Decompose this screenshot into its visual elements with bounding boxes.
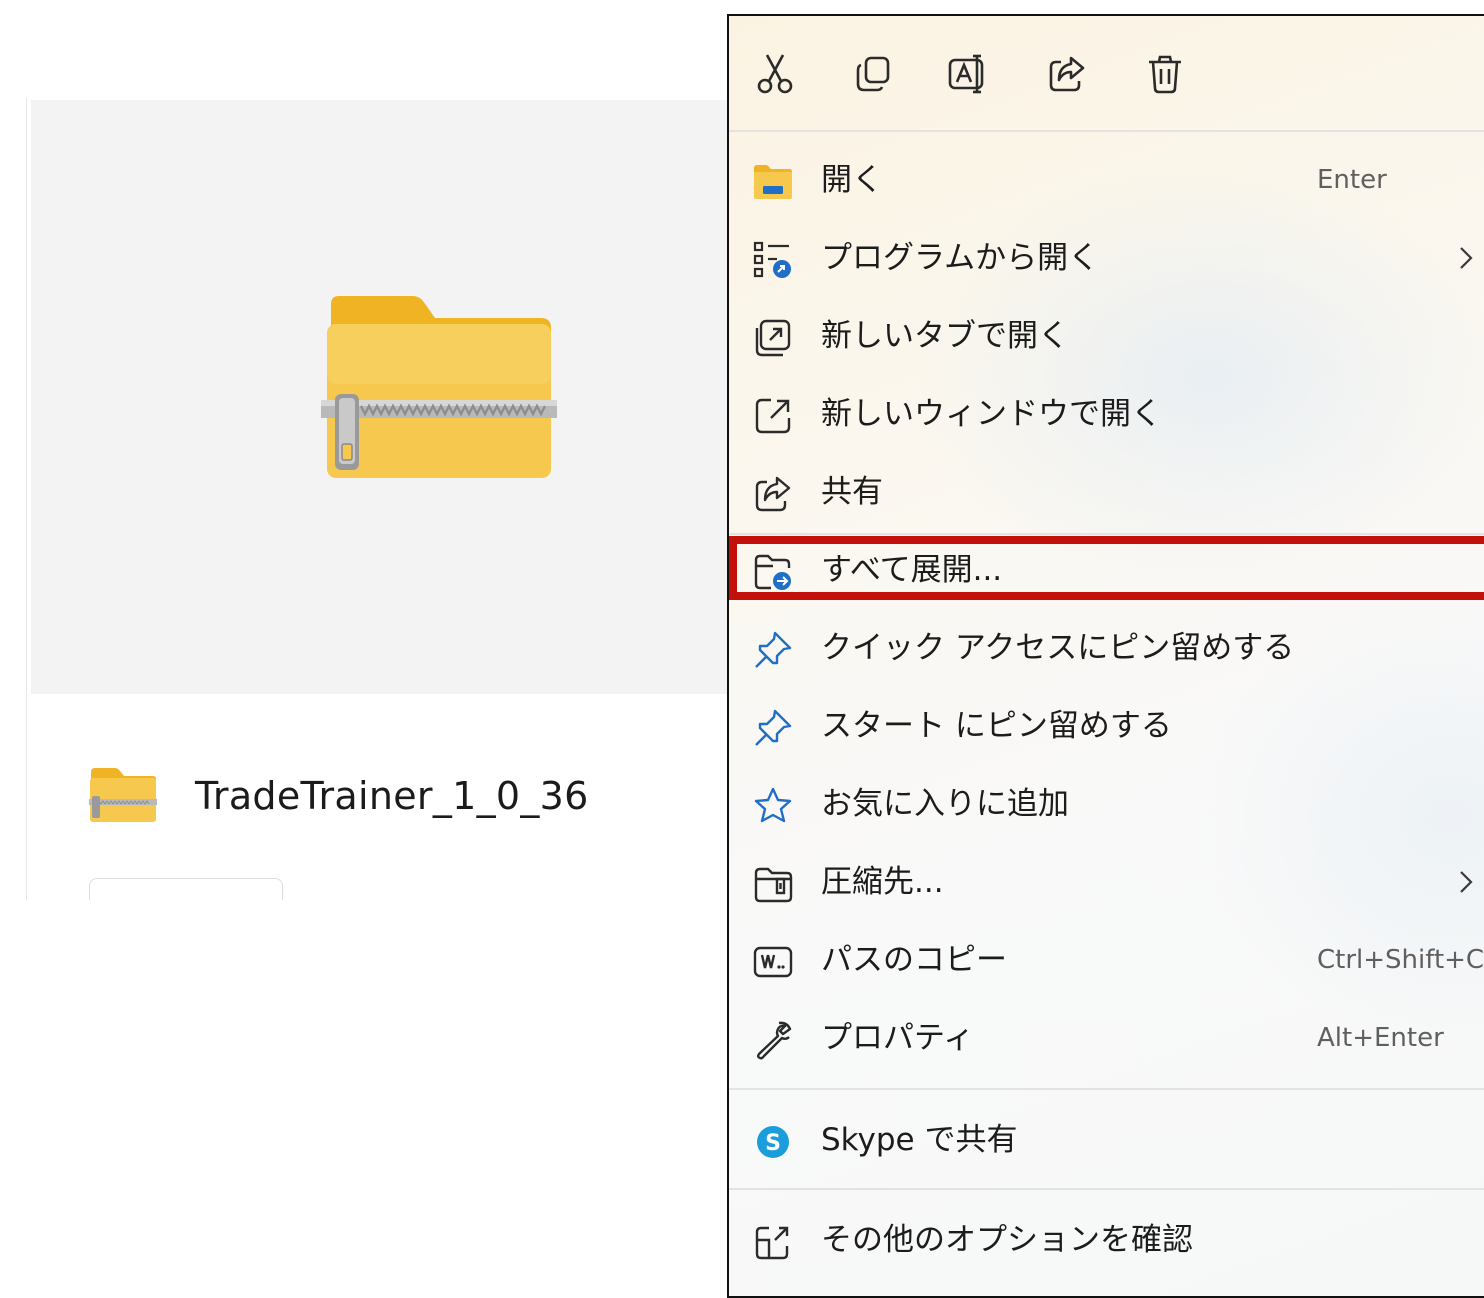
copy-icon (856, 56, 890, 92)
menu-item-label: 新しいタブで開く (821, 318, 1069, 354)
wrench-icon (757, 1021, 792, 1060)
menu-item-label: すべて展開... (821, 552, 1003, 588)
menu-item-label: 共有 (821, 474, 883, 510)
menu-item-compress-to[interactable]: 圧縮先... (729, 844, 1484, 920)
menu-item-open-with[interactable]: プログラムから開く (729, 220, 1484, 296)
menu-item-more-options[interactable]: その他のオプションを確認 (729, 1202, 1484, 1278)
zip-folder-icon (89, 768, 157, 822)
share-icon (755, 476, 791, 512)
cut-button[interactable] (751, 50, 799, 98)
menu-item-extract-all[interactable]: すべて展開... (729, 532, 1484, 608)
menu-item-open-new-tab[interactable]: 新しいタブで開く (729, 298, 1484, 374)
pin-icon (755, 631, 792, 668)
share-icon (1049, 56, 1085, 92)
new-tab-icon (755, 319, 791, 357)
file-title-row: TradeTrainer_1_0_36 (89, 766, 589, 826)
svg-text:S: S (765, 1131, 781, 1156)
menu-item-label: クイック アクセスにピン留めする (821, 630, 1295, 666)
menu-item-label: 圧縮先... (821, 864, 944, 900)
preview-action-button[interactable] (89, 878, 283, 900)
delete-icon (1149, 55, 1181, 94)
menu-item-pin-start[interactable]: スタート にピン留めする (729, 688, 1484, 764)
share-button[interactable] (1043, 50, 1091, 98)
open-folder-icon (754, 165, 792, 199)
more-options-icon (755, 1226, 789, 1260)
file-name: TradeTrainer_1_0_36 (195, 774, 589, 818)
star-icon (754, 787, 792, 823)
menu-item-shortcut: Alt+Enter (1317, 1023, 1444, 1053)
file-thumbnail-area (31, 100, 729, 694)
rename-button[interactable] (945, 50, 993, 98)
menu-item-label: パスのコピー (821, 942, 1007, 978)
toolbar-divider (729, 130, 1484, 132)
pin-icon (755, 709, 792, 746)
menu-item-copy-path[interactable]: パスのコピー Ctrl+Shift+C (729, 922, 1484, 998)
menu-item-label: 開く (821, 162, 883, 198)
menu-item-label: 新しいウィンドウで開く (821, 396, 1162, 432)
extract-all-icon (754, 554, 791, 590)
menu-item-properties[interactable]: プロパティ Alt+Enter (729, 1000, 1484, 1076)
menu-item-pin-quick-access[interactable]: クイック アクセスにピン留めする (729, 610, 1484, 686)
delete-button[interactable] (1141, 50, 1189, 98)
menu-item-skype-share[interactable]: S Skype で共有 (729, 1102, 1484, 1178)
cut-icon (757, 54, 793, 94)
menu-item-open-new-window[interactable]: 新しいウィンドウで開く (729, 376, 1484, 452)
menu-item-open[interactable]: 開く Enter (729, 142, 1484, 218)
menu-item-label: その他のオプションを確認 (821, 1222, 1193, 1258)
open-with-icon (753, 241, 791, 278)
file-preview-pane: TradeTrainer_1_0_36 (26, 98, 729, 900)
context-menu-toolbar (729, 16, 1484, 130)
chevron-right-icon (1460, 871, 1473, 893)
rename-icon (948, 54, 984, 94)
menu-item-label: お気に入りに追加 (821, 786, 1069, 822)
context-menu: 開く Enter プログラムから開く 新しいタブで開く 新しいウィンドウで開く … (727, 14, 1484, 1298)
menu-divider (729, 1088, 1484, 1090)
menu-divider (729, 1188, 1484, 1190)
zip-folder-icon (321, 296, 557, 478)
menu-item-label: プロパティ (821, 1020, 975, 1056)
menu-item-label: Skype で共有 (821, 1122, 1018, 1158)
compress-icon (754, 867, 793, 903)
skype-icon: S (757, 1126, 789, 1158)
copy-path-icon (753, 946, 793, 978)
menu-item-share[interactable]: 共有 (729, 454, 1484, 530)
menu-item-add-favorites[interactable]: お気に入りに追加 (729, 766, 1484, 842)
copy-button[interactable] (849, 50, 897, 98)
new-window-icon (755, 398, 791, 434)
chevron-right-icon (1460, 247, 1473, 269)
menu-item-shortcut: Enter (1317, 165, 1387, 195)
menu-item-label: プログラムから開く (821, 240, 1100, 276)
menu-item-shortcut: Ctrl+Shift+C (1317, 945, 1484, 975)
menu-item-label: スタート にピン留めする (821, 708, 1172, 744)
